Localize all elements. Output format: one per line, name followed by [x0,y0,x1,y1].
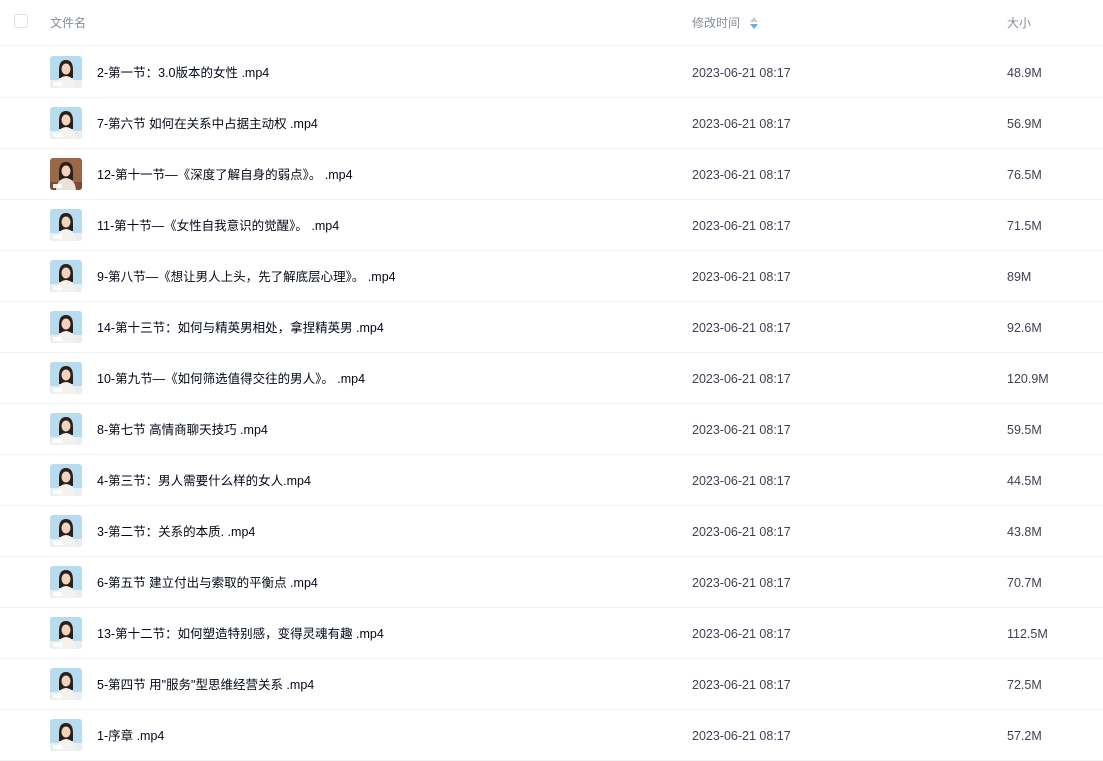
column-header-size[interactable]: 大小 [1007,15,1031,31]
file-modified-time: 2023-06-21 08:17 [692,219,791,233]
video-thumbnail-icon[interactable] [50,566,82,598]
file-row[interactable]: 3-第二节：关系的本质. .mp4 2023-06-21 08:17 43.8M [0,506,1103,557]
video-thumbnail-icon[interactable] [50,362,82,394]
file-modified-time: 2023-06-21 08:17 [692,66,791,80]
file-size: 71.5M [1007,219,1042,233]
video-thumbnail-icon[interactable] [50,515,82,547]
video-thumbnail-icon[interactable] [50,209,82,241]
file-modified-time: 2023-06-21 08:17 [692,372,791,386]
file-row[interactable]: 5-第四节 用"服务"型思维经营关系 .mp4 2023-06-21 08:17 7… [0,659,1103,710]
file-size: 48.9M [1007,66,1042,80]
video-thumbnail-icon[interactable] [50,311,82,343]
file-row[interactable]: 13-第十二节：如何塑造特别感，变得灵魂有趣 .mp4 2023-06-21 08… [0,608,1103,659]
file-name-link[interactable]: 4-第三节：男人需要什么样的女人.mp4 [97,473,311,489]
video-thumbnail-icon[interactable] [50,719,82,751]
video-thumbnail-icon[interactable] [50,464,82,496]
file-name-link[interactable]: 13-第十二节：如何塑造特别感，变得灵魂有趣 .mp4 [97,626,384,642]
file-modified-time: 2023-06-21 08:17 [692,729,791,743]
file-size: 120.9M [1007,372,1049,386]
file-modified-time: 2023-06-21 08:17 [692,168,791,182]
file-modified-time: 2023-06-21 08:17 [692,270,791,284]
file-size: 70.7M [1007,576,1042,590]
file-modified-time: 2023-06-21 08:17 [692,678,791,692]
file-name-link[interactable]: 2-第一节：3.0版本的女性 .mp4 [97,65,269,81]
video-thumbnail-icon[interactable] [50,260,82,292]
file-modified-time: 2023-06-21 08:17 [692,627,791,641]
file-size: 92.6M [1007,321,1042,335]
file-row[interactable]: 9-第八节—《想让男人上头，先了解底层心理》。 .mp4 2023-06-21 0… [0,251,1103,302]
file-modified-time: 2023-06-21 08:17 [692,525,791,539]
video-thumbnail-icon[interactable] [50,56,82,88]
file-row[interactable]: 4-第三节：男人需要什么样的女人.mp4 2023-06-21 08:17 44.5… [0,455,1103,506]
file-modified-time: 2023-06-21 08:17 [692,321,791,335]
select-all-checkbox[interactable] [14,14,28,28]
file-row[interactable]: 10-第九节—《如何筛选值得交往的男人》。 .mp4 2023-06-21 08:… [0,353,1103,404]
file-row[interactable]: 12-第十一节—《深度了解自身的弱点》。 .mp4 2023-06-21 08:1… [0,149,1103,200]
file-name-link[interactable]: 9-第八节—《想让男人上头，先了解底层心理》。 .mp4 [97,269,396,285]
file-name-link[interactable]: 5-第四节 用"服务"型思维经营关系 .mp4 [97,677,314,693]
file-modified-time: 2023-06-21 08:17 [692,423,791,437]
file-size: 56.9M [1007,117,1042,131]
file-row[interactable]: 8-第七节 高情商聊天技巧 .mp4 2023-06-21 08:17 59.5M [0,404,1103,455]
file-row[interactable]: 7-第六节 如何在关系中占据主动权 .mp4 2023-06-21 08:17 56… [0,98,1103,149]
file-size: 59.5M [1007,423,1042,437]
video-thumbnail-icon[interactable] [50,107,82,139]
file-size: 89M [1007,270,1032,284]
file-list: 2-第一节：3.0版本的女性 .mp4 2023-06-21 08:17 48.9M… [0,47,1103,761]
file-name-link[interactable]: 6-第五节 建立付出与索取的平衡点 .mp4 [97,575,318,591]
file-modified-time: 2023-06-21 08:17 [692,117,791,131]
file-row[interactable]: 6-第五节 建立付出与索取的平衡点 .mp4 2023-06-21 08:17 70… [0,557,1103,608]
column-header-name[interactable]: 文件名 [50,15,86,31]
file-row[interactable]: 1-序章 .mp4 2023-06-21 08:17 57.2M [0,710,1103,761]
file-name-link[interactable]: 11-第十节—《女性自我意识的觉醒》。 .mp4 [97,218,339,234]
file-name-link[interactable]: 3-第二节：关系的本质. .mp4 [97,524,255,540]
file-name-link[interactable]: 10-第九节—《如何筛选值得交往的男人》。 .mp4 [97,371,365,387]
sort-icon[interactable] [749,16,759,30]
file-row[interactable]: 11-第十节—《女性自我意识的觉醒》。 .mp4 2023-06-21 08:17… [0,200,1103,251]
file-size: 72.5M [1007,678,1042,692]
file-row[interactable]: 2-第一节：3.0版本的女性 .mp4 2023-06-21 08:17 48.9M [0,47,1103,98]
file-size: 57.2M [1007,729,1042,743]
video-thumbnail-icon[interactable] [50,413,82,445]
file-name-link[interactable]: 14-第十三节：如何与精英男相处，拿捏精英男 .mp4 [97,320,384,336]
file-name-link[interactable]: 1-序章 .mp4 [97,728,164,744]
file-modified-time: 2023-06-21 08:17 [692,576,791,590]
video-thumbnail-icon[interactable] [50,668,82,700]
column-header-modified[interactable]: 修改时间 [692,15,740,31]
file-size: 76.5M [1007,168,1042,182]
file-row[interactable]: 14-第十三节：如何与精英男相处，拿捏精英男 .mp4 2023-06-21 08… [0,302,1103,353]
video-thumbnail-icon[interactable] [50,617,82,649]
file-size: 44.5M [1007,474,1042,488]
file-name-link[interactable]: 8-第七节 高情商聊天技巧 .mp4 [97,422,268,438]
file-name-link[interactable]: 12-第十一节—《深度了解自身的弱点》。 .mp4 [97,167,353,183]
file-size: 43.8M [1007,525,1042,539]
file-size: 112.5M [1007,627,1048,641]
file-name-link[interactable]: 7-第六节 如何在关系中占据主动权 .mp4 [97,116,318,132]
video-thumbnail-icon[interactable] [50,158,82,190]
file-list-header: 文件名 修改时间 大小 [0,0,1103,46]
file-modified-time: 2023-06-21 08:17 [692,474,791,488]
